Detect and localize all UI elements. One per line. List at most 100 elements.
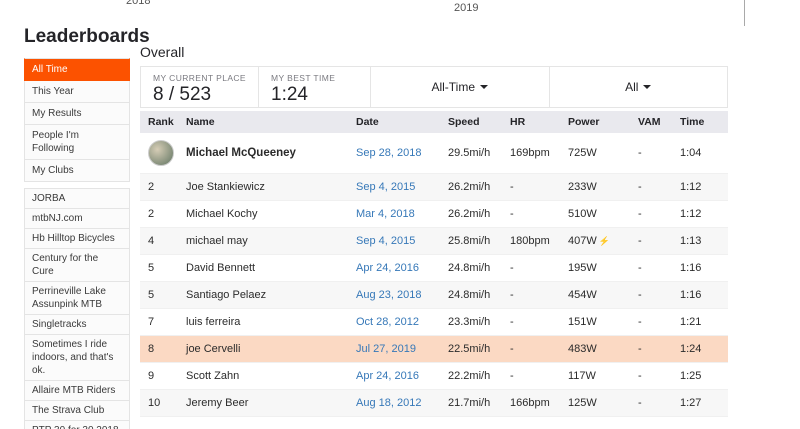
power-cell: 125W <box>560 389 630 417</box>
speed-cell: 23.3mi/h <box>440 308 502 336</box>
leaderboard-table: Rank Name Date Speed HR Power VAM Time Michael … <box>140 111 728 417</box>
sidebar-item-this-year[interactable]: This Year <box>24 81 130 103</box>
date-cell: Sep 4, 2015 <box>348 173 440 201</box>
time-range-dropdown[interactable]: All-Time <box>431 80 489 94</box>
column-header-speed: Speed <box>440 111 502 133</box>
column-header-hr: HR <box>502 111 560 133</box>
power-cell: 151W <box>560 308 630 336</box>
hr-cell: - <box>502 254 560 282</box>
effort-date-link[interactable]: Apr 24, 2016 <box>356 370 419 382</box>
time-cell: 1:12 <box>672 200 728 228</box>
table-row: 7 luis ferreira Oct 28, 2012 23.3mi/h -151W -… <box>140 308 728 336</box>
sidebar-item-all-time[interactable]: All Time <box>24 58 130 81</box>
effort-date-link[interactable]: Sep 4, 2015 <box>356 181 415 193</box>
sidebar-club-ptp-30-for-30-2018[interactable]: PTP 30 for 30 2018 <box>24 421 130 429</box>
sidebar-club-perrineville-lake-assunpink-mtb[interactable]: Perrineville Lake Assunpink MTB <box>24 282 130 315</box>
time-cell: 1:27 <box>672 389 728 417</box>
athlete-name[interactable]: Michael Kochy <box>186 208 258 220</box>
effort-date-link[interactable]: Mar 4, 2018 <box>356 208 415 220</box>
best-time-stat: MY BEST TIME 1:24 <box>259 67 371 107</box>
time-cell: 1:13 <box>672 227 728 255</box>
athlete-name[interactable]: michael may <box>186 235 248 247</box>
sidebar-club-jorba[interactable]: JORBA <box>24 188 130 209</box>
chart-year-label-2019: 2019 <box>454 2 479 14</box>
effort-date-link[interactable]: Aug 18, 2012 <box>356 397 421 409</box>
effort-date-link[interactable]: Sep 28, 2018 <box>356 147 421 159</box>
column-header-vam: VAM <box>630 111 672 133</box>
vam-cell: - <box>630 200 672 228</box>
speed-cell: 24.8mi/h <box>440 281 502 309</box>
hr-cell: - <box>502 281 560 309</box>
speed-cell: 26.2mi/h <box>440 173 502 201</box>
rank-cell: 5 <box>140 281 178 309</box>
sidebar-club-the-strava-club[interactable]: The Strava Club <box>24 401 130 421</box>
hr-cell: - <box>502 362 560 390</box>
athlete-name[interactable]: Joe Stankiewicz <box>186 181 265 193</box>
athlete-name[interactable]: Santiago Pelaez <box>186 289 266 301</box>
hr-cell: 169bpm <box>502 133 560 174</box>
avatar[interactable] <box>148 140 174 166</box>
athlete-name[interactable]: David Bennett <box>186 262 255 274</box>
category-dropdown-label: All <box>625 80 639 94</box>
date-cell: Oct 28, 2012 <box>348 308 440 336</box>
category-dropdown[interactable]: All <box>625 80 652 94</box>
table-row: 9 Scott Zahn Apr 24, 2016 22.2mi/h -117W -1:2… <box>140 362 728 390</box>
date-cell: Sep 28, 2018 <box>348 133 440 174</box>
name-cell: Michael Kochy <box>178 200 348 228</box>
power-cell: 725W <box>560 133 630 174</box>
sidebar-item-my-results[interactable]: My Results <box>24 103 130 125</box>
vam-cell: - <box>630 254 672 282</box>
athlete-name[interactable]: Jeremy Beer <box>186 397 248 409</box>
time-cell: 1:12 <box>672 173 728 201</box>
sidebar-club-singletracks[interactable]: Singletracks <box>24 315 130 335</box>
sidebar-club-mtbnj-com[interactable]: mtbNJ.com <box>24 209 130 229</box>
vam-cell: - <box>630 362 672 390</box>
leaderboards-page: 2018 2019 Leaderboards All Time This Year… <box>0 0 800 429</box>
effort-date-link[interactable]: Aug 23, 2018 <box>356 289 421 301</box>
sidebar-item-people-i-m-following[interactable]: People I'm Following <box>24 125 130 160</box>
rank-cell: 4 <box>140 227 178 255</box>
power-cell: 483W <box>560 335 630 363</box>
power-cell: 510W <box>560 200 630 228</box>
section-title: Overall <box>140 44 185 60</box>
sidebar-club-sometimes-i-ride-indoors-and-that-s-ok[interactable]: Sometimes I ride indoors, and that's ok. <box>24 335 130 381</box>
athlete-name[interactable]: joe Cervelli <box>186 343 240 355</box>
caret-down-icon <box>480 85 489 89</box>
date-cell: Mar 4, 2018 <box>348 200 440 228</box>
speed-cell: 21.7mi/h <box>440 389 502 417</box>
power-cell: 407W ⚡ <box>560 227 630 255</box>
athlete-name[interactable]: luis ferreira <box>186 316 240 328</box>
sidebar-club-hb-hilltop-bicycles[interactable]: Hb Hilltop Bicycles <box>24 229 130 249</box>
best-time-value: 1:24 <box>271 84 308 105</box>
date-cell: Aug 23, 2018 <box>348 281 440 309</box>
table-row: Michael McQueeney Sep 28, 2018 29.5mi/h 169… <box>140 133 728 174</box>
effort-date-link[interactable]: Apr 24, 2016 <box>356 262 419 274</box>
effort-date-link[interactable]: Oct 28, 2012 <box>356 316 419 328</box>
time-cell: 1:25 <box>672 362 728 390</box>
time-cell: 1:21 <box>672 308 728 336</box>
category-filter-cell: All <box>550 67 728 107</box>
sidebar-item-my-clubs[interactable]: My Clubs <box>24 160 130 182</box>
rank-cell: 5 <box>140 254 178 282</box>
main-content: Overall MY CURRENT PLACE 8 / 523 MY BEST… <box>140 44 728 417</box>
hr-cell: - <box>502 335 560 363</box>
column-header-name: Name <box>178 111 348 133</box>
speed-cell: 24.8mi/h <box>440 254 502 282</box>
effort-date-link[interactable]: Jul 27, 2019 <box>356 343 416 355</box>
effort-date-link[interactable]: Sep 4, 2015 <box>356 235 415 247</box>
sidebar-club-century-for-the-cure[interactable]: Century for the Cure <box>24 249 130 282</box>
speed-cell: 29.5mi/h <box>440 133 502 174</box>
column-header-power: Power <box>560 111 630 133</box>
rank-cell: 9 <box>140 362 178 390</box>
date-cell: Apr 24, 2016 <box>348 362 440 390</box>
time-cell: 1:24 <box>672 335 728 363</box>
time-cell: 1:16 <box>672 281 728 309</box>
athlete-name[interactable]: Scott Zahn <box>186 370 239 382</box>
date-cell: Jul 27, 2019 <box>348 335 440 363</box>
table-row: 10 Jeremy Beer Aug 18, 2012 21.7mi/h 166bpm 1… <box>140 389 728 417</box>
sidebar-club-allaire-mtb-riders[interactable]: Allaire MTB Riders <box>24 381 130 401</box>
athlete-name[interactable]: Michael McQueeney <box>186 147 296 159</box>
time-range-dropdown-label: All-Time <box>431 80 476 94</box>
table-row: 4 michael may Sep 4, 2015 25.8mi/h 180bpm 407… <box>140 227 728 255</box>
current-place-label: MY CURRENT PLACE <box>153 73 246 83</box>
